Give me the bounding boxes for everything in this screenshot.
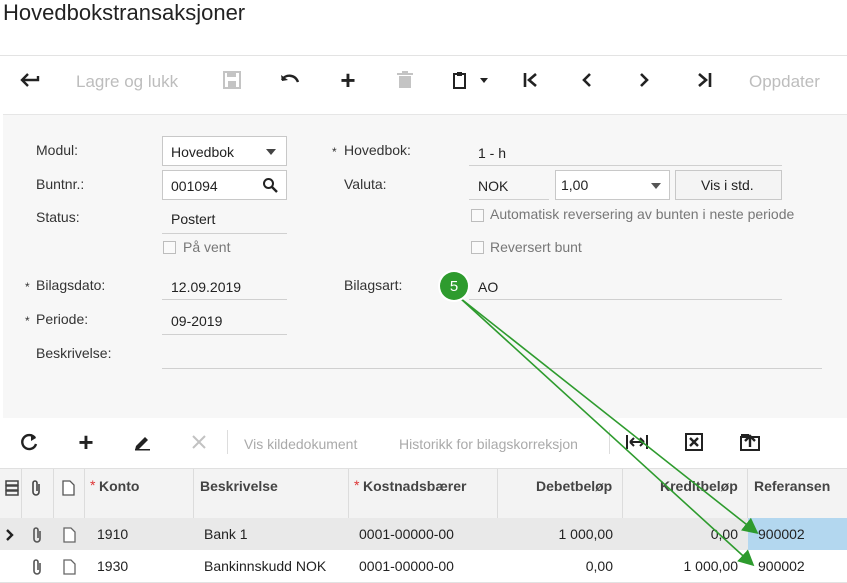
- annotation-arrows: [459, 297, 759, 567]
- step-badge: 5: [440, 272, 468, 300]
